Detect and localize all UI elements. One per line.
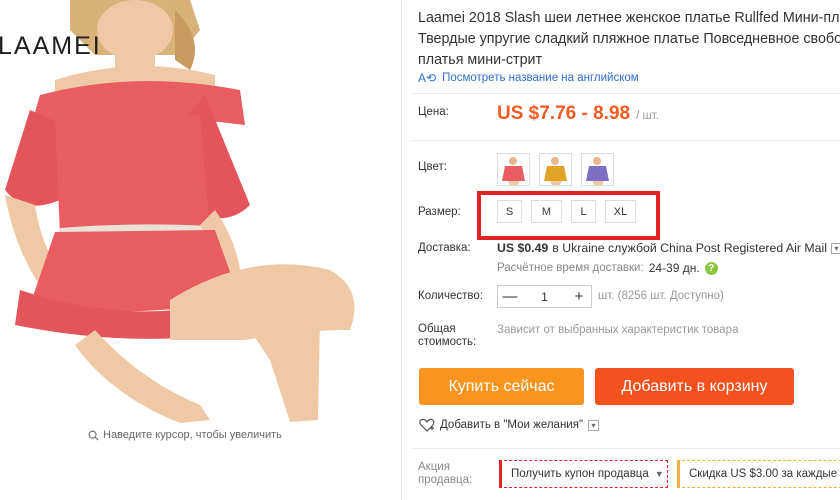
help-icon[interactable]: ?	[704, 261, 718, 275]
price-unit: / шт.	[636, 110, 659, 122]
stock-text: шт. (8256 шт. Доступно)	[598, 290, 724, 302]
price-label: Цена:	[418, 106, 449, 118]
total-label-line-2: стоимость:	[418, 336, 477, 348]
eta-value: 24-39 дн.	[648, 261, 700, 275]
product-title-line-2: Твердые упругие сладкий пляжное платье П…	[418, 31, 840, 47]
heart-plus-icon	[419, 418, 435, 432]
coupon-text: Получить купон продавца	[511, 468, 649, 480]
quantity-input[interactable]: 1	[522, 290, 567, 304]
translate-link-text[interactable]: Посмотреть название на английском	[442, 72, 639, 84]
size-label: Размер:	[418, 206, 461, 218]
divider	[412, 448, 840, 449]
product-title: Laamei 2018 Slash шеи летнее женское пла…	[418, 8, 840, 71]
promo-label-line-1: Акция	[418, 461, 450, 473]
chevron-down-icon[interactable]: ▾	[830, 242, 840, 254]
zoom-hint: Наведите курсор, чтобы увеличить	[88, 429, 282, 441]
promo-label: Акция продавца:	[418, 461, 472, 487]
product-title-line-1: Laamei 2018 Slash шеи летнее женское пла…	[418, 10, 840, 26]
quantity-label: Количество:	[418, 290, 483, 302]
price-value: US $7.76 - 8.98	[497, 103, 631, 124]
delivery-estimate: Расчётное время доставки: 24-39 дн. ?	[497, 261, 718, 275]
total-label: Общая стоимость:	[418, 323, 476, 349]
translate-icon: A⟲	[418, 71, 437, 85]
size-highlight-box	[477, 191, 660, 240]
divider	[412, 93, 840, 94]
shipping-method[interactable]: US $0.49 в Ukraine службой China Post Re…	[497, 241, 840, 255]
shipping-text: в Ukraine службой China Post Registered …	[552, 241, 827, 255]
buy-now-button[interactable]: Купить сейчас	[419, 368, 584, 405]
color-label: Цвет:	[418, 161, 447, 173]
caret-down-icon: ▼	[654, 469, 664, 479]
color-option-pink[interactable]	[497, 153, 530, 186]
promo-label-line-2: продавца:	[418, 474, 473, 486]
product-title-line-3: платья мини-стрит	[418, 52, 543, 68]
quantity-stepper: — 1 +	[497, 285, 592, 308]
color-option-purple[interactable]	[581, 153, 614, 186]
search-icon	[88, 430, 99, 441]
translate-link[interactable]: A⟲ Посмотреть название на английском	[418, 71, 639, 85]
chevron-down-icon[interactable]: ▾	[588, 419, 600, 431]
quantity-plus-button[interactable]: +	[567, 288, 591, 305]
color-swatches	[497, 153, 614, 186]
vertical-divider	[401, 0, 402, 500]
total-label-line-1: Общая	[418, 323, 456, 335]
price-row: US $7.76 - 8.98 / шт.	[497, 103, 659, 125]
product-gallery: LAAMEI Наведите курсор, чтобы увеличить	[0, 0, 390, 500]
get-coupon-button[interactable]: Получить купон продавца ▼	[499, 460, 668, 488]
shipping-price: US $0.49	[497, 241, 549, 255]
divider	[412, 140, 840, 141]
total-value: Зависит от выбранных характеристик товар…	[497, 324, 739, 336]
wishlist-text[interactable]: Добавить в "Мои желания"	[440, 419, 583, 431]
zoom-hint-text: Наведите курсор, чтобы увеличить	[103, 429, 282, 441]
add-to-cart-button[interactable]: Добавить в корзину	[595, 368, 794, 405]
color-option-yellow[interactable]	[539, 153, 572, 186]
brand-logo: LAAMEI	[0, 32, 102, 60]
discount-badge: Скидка US $3.00 за каждые U	[677, 460, 840, 488]
wishlist-button[interactable]: Добавить в "Мои желания" ▾	[419, 418, 600, 432]
quantity-minus-button[interactable]: —	[498, 288, 522, 305]
shipping-label: Доставка:	[418, 242, 471, 254]
product-photo[interactable]	[0, 0, 380, 425]
eta-label: Расчётное время доставки:	[497, 262, 644, 274]
